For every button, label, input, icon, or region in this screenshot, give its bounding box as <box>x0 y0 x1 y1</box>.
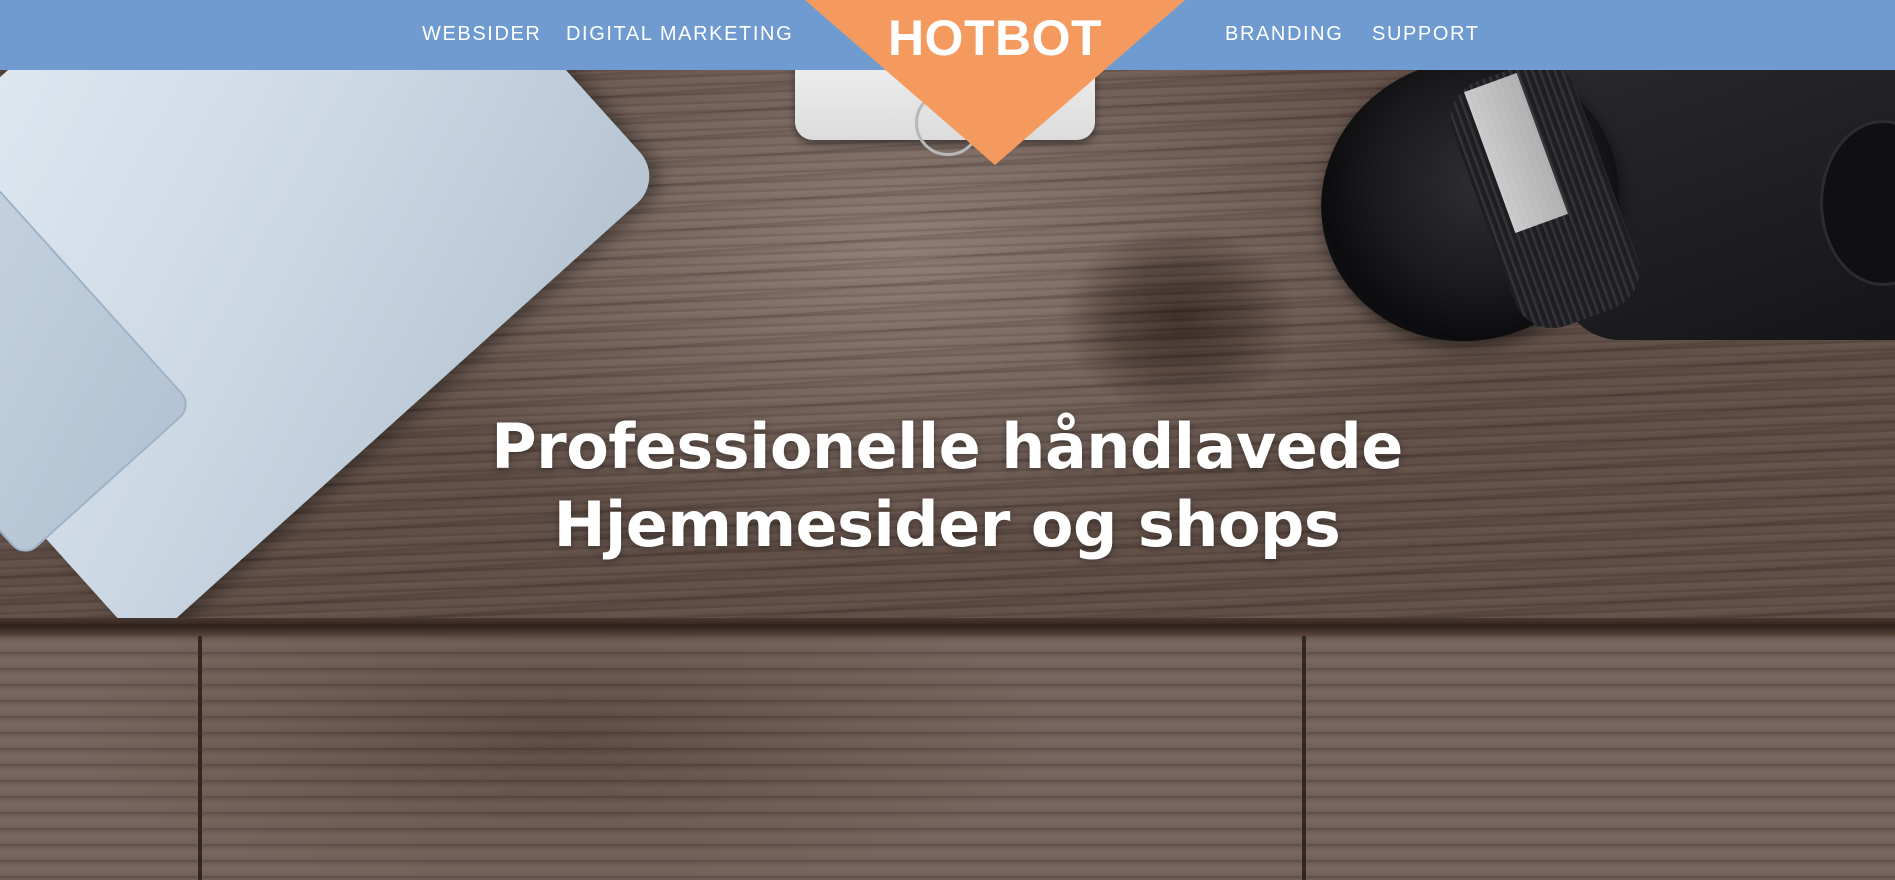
nav-link-websider[interactable]: WEBSIDER <box>422 22 541 46</box>
logo-hotbot[interactable]: HOTBOT <box>805 10 1185 66</box>
hero-headline-line2: Hjemmesider og shops <box>553 488 1341 561</box>
wood-lower-planks <box>0 636 1895 880</box>
hero-headline-line1: Professionelle håndlavede <box>491 410 1403 483</box>
wood-plank-joint <box>1302 636 1306 880</box>
nav-link-support[interactable]: SUPPORT <box>1372 22 1480 46</box>
laptop-trackpad <box>0 179 195 559</box>
hero-headline: Professionelle håndlavede Hjemmesider og… <box>347 408 1547 564</box>
nav-link-branding[interactable]: BRANDING <box>1225 22 1343 46</box>
wood-plank-seam <box>0 618 1895 636</box>
wood-plank-joint <box>198 636 202 880</box>
nav-link-digital-marketing[interactable]: DIGITAL MARKETING <box>566 22 793 46</box>
page: WEBSIDER DIGITAL MARKETING BRANDING SUPP… <box>0 0 1895 880</box>
